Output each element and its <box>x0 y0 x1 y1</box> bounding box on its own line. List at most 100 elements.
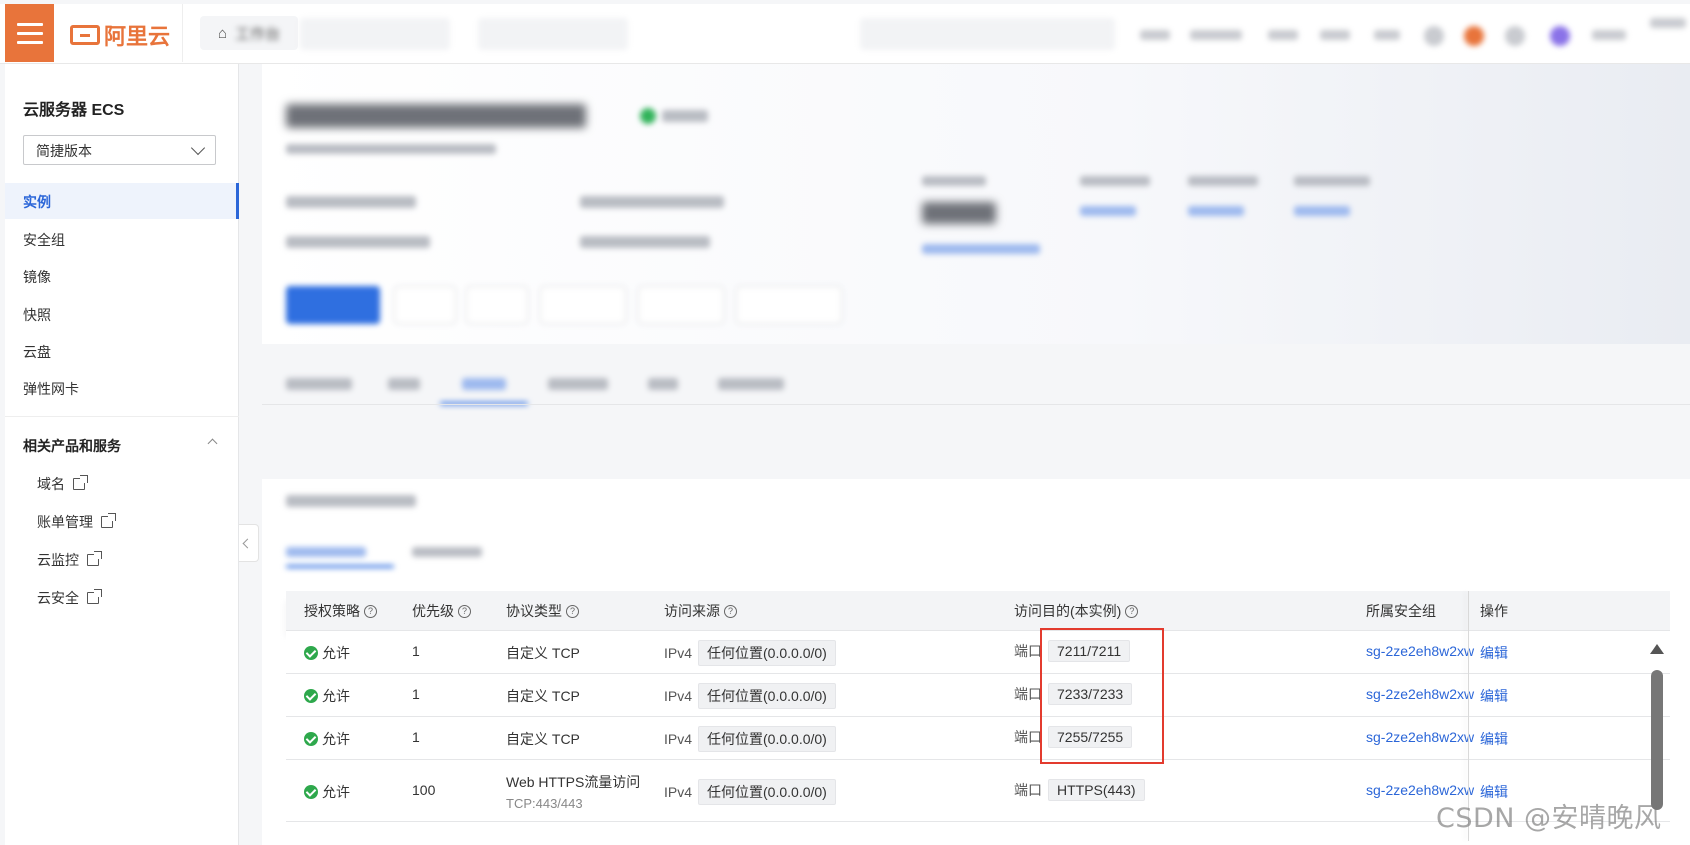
watermark: CSDN @安晴晚风 <box>1436 803 1662 834</box>
policy-cell: 允许 <box>304 729 350 749</box>
security-group-link[interactable]: sg-2ze2eh8w2xw <box>1366 643 1476 659</box>
help-circle-icon[interactable]: ? <box>1125 604 1139 618</box>
sidebar-link-billing[interactable]: 账单管理 <box>37 512 116 532</box>
sidebar-link-security[interactable]: 云安全 <box>37 588 102 608</box>
global-search-input[interactable] <box>860 18 1115 50</box>
cart-icon[interactable] <box>1424 26 1444 46</box>
col-priority: 优先级? <box>412 591 471 631</box>
scroll-up-arrow-icon[interactable] <box>1650 644 1664 654</box>
action-button-4[interactable] <box>638 286 724 324</box>
dest-cell: 端口 HTTPS(443) <box>1014 779 1145 801</box>
help-circle-icon[interactable]: ? <box>724 604 737 618</box>
sidebar-title: 云服务器 ECS <box>23 102 125 119</box>
edit-link[interactable]: 编辑 <box>1480 643 1508 663</box>
cpu-value <box>922 202 996 224</box>
col-label: 授权策略 <box>304 603 360 619</box>
top-link-2[interactable] <box>1190 30 1242 40</box>
port-label: 端口 <box>1014 686 1042 702</box>
tab-6[interactable] <box>718 378 784 390</box>
workbench-button[interactable]: ⌂ 工作台 <box>200 16 299 50</box>
tab-5[interactable] <box>648 378 678 390</box>
sidebar-collapse-button[interactable] <box>239 524 259 562</box>
top-link-6[interactable] <box>1650 18 1686 28</box>
link-label: 域名 <box>37 476 65 492</box>
cpu-sparkline <box>922 244 1040 254</box>
col-security-group: 所属安全组 <box>1366 591 1436 631</box>
sidebar-item-instances[interactable]: 实例 <box>5 183 239 219</box>
remote-connect-button[interactable] <box>286 286 380 324</box>
sidebar-item-images[interactable]: 镜像 <box>5 258 239 294</box>
table-scrollbar[interactable] <box>1650 640 1664 810</box>
security-group-link[interactable]: sg-2ze2eh8w2xw <box>1366 729 1476 745</box>
instance-meta-1 <box>286 196 416 208</box>
resource-group-selector[interactable] <box>300 18 450 50</box>
top-link-3[interactable] <box>1268 30 1298 40</box>
instance-meta-2 <box>580 196 724 208</box>
top-link-5[interactable] <box>1374 30 1400 40</box>
brand-logo[interactable]: 阿里云 <box>70 22 170 49</box>
tab-monitor[interactable] <box>388 378 420 390</box>
table-row: 允许 1 自定义 TCP IPv4 任何位置(0.0.0.0/0) 端口 7211/… <box>286 631 1670 674</box>
help-circle-icon[interactable]: ? <box>566 604 579 618</box>
notification-icon[interactable] <box>1464 26 1484 46</box>
sidebar-item-label: 镜像 <box>23 269 51 285</box>
instance-id <box>286 144 496 154</box>
related-services-toggle[interactable]: 相关产品和服务 <box>23 436 218 456</box>
protocol-text: Web HTTPS流量访问 <box>506 774 641 790</box>
policy-cell: 允许 <box>304 782 350 802</box>
top-divider <box>182 4 183 62</box>
sidebar-item-security-groups[interactable]: 安全组 <box>5 221 239 257</box>
sidebar-link-domain[interactable]: 域名 <box>37 474 88 494</box>
help-circle-icon[interactable]: ? <box>364 604 377 618</box>
hamburger-menu-icon[interactable] <box>5 4 54 62</box>
top-link-1[interactable] <box>1140 30 1170 40</box>
port-tag: HTTPS(443) <box>1048 779 1145 801</box>
edit-link[interactable]: 编辑 <box>1480 729 1508 749</box>
policy-text: 允许 <box>322 645 350 661</box>
sidebar-item-eni[interactable]: 弹性网卡 <box>5 370 239 406</box>
sidebar-item-label: 安全组 <box>23 232 65 248</box>
outbound-tab[interactable] <box>412 547 482 557</box>
help-circle-icon[interactable]: ? <box>458 604 471 618</box>
edit-link[interactable]: 编辑 <box>1480 686 1508 706</box>
action-button-3[interactable] <box>540 286 626 324</box>
metric-label-4 <box>1294 176 1370 186</box>
col-label: 访问目的(本实例) <box>1014 603 1122 619</box>
region-selector[interactable] <box>478 18 628 50</box>
sidebar-divider <box>5 416 239 417</box>
sidebar-link-monitor[interactable]: 云监控 <box>37 550 102 570</box>
help-icon[interactable] <box>1505 26 1525 46</box>
cpu-label <box>922 176 986 186</box>
tabs-divider <box>262 404 1690 405</box>
action-button-1[interactable] <box>394 286 456 324</box>
version-select[interactable]: 简捷版本 <box>23 135 216 165</box>
sidebar-item-snapshots[interactable]: 快照 <box>5 296 239 332</box>
section-title: 相关产品和服务 <box>23 438 121 454</box>
tab-security-group[interactable] <box>462 378 506 390</box>
status-badge <box>662 110 708 122</box>
tab-basic-info[interactable] <box>286 378 352 390</box>
external-link-icon <box>73 475 88 490</box>
source-tag: 任何位置(0.0.0.0/0) <box>698 640 836 666</box>
app-frame: 阿里云 ⌂ 工作台 云服务器 ECS 简捷版本 实例 安全组 镜像 快照 云盘 <box>0 0 1690 845</box>
more-actions-button[interactable] <box>736 286 842 324</box>
user-name[interactable] <box>1592 30 1626 40</box>
tab-4[interactable] <box>548 378 608 390</box>
scroll-thumb[interactable] <box>1651 670 1663 810</box>
security-group-link[interactable]: sg-2ze2eh8w2xw <box>1366 686 1476 702</box>
panel-title <box>286 495 416 507</box>
col-policy: 授权策略? <box>304 591 377 631</box>
inbound-tab[interactable] <box>286 547 366 557</box>
port-label: 端口 <box>1014 643 1042 659</box>
sidebar-item-disks[interactable]: 云盘 <box>5 333 239 369</box>
port-label: 端口 <box>1014 729 1042 745</box>
status-dot-icon <box>640 108 656 124</box>
priority-cell: 1 <box>412 686 420 702</box>
action-button-2[interactable] <box>466 286 528 324</box>
metric-value-3 <box>1188 206 1244 216</box>
top-bar: 阿里云 ⌂ 工作台 <box>0 4 1690 64</box>
avatar[interactable] <box>1550 26 1570 46</box>
top-link-4[interactable] <box>1320 30 1350 40</box>
inbound-tab-indicator <box>286 565 394 568</box>
policy-text: 允许 <box>322 688 350 704</box>
